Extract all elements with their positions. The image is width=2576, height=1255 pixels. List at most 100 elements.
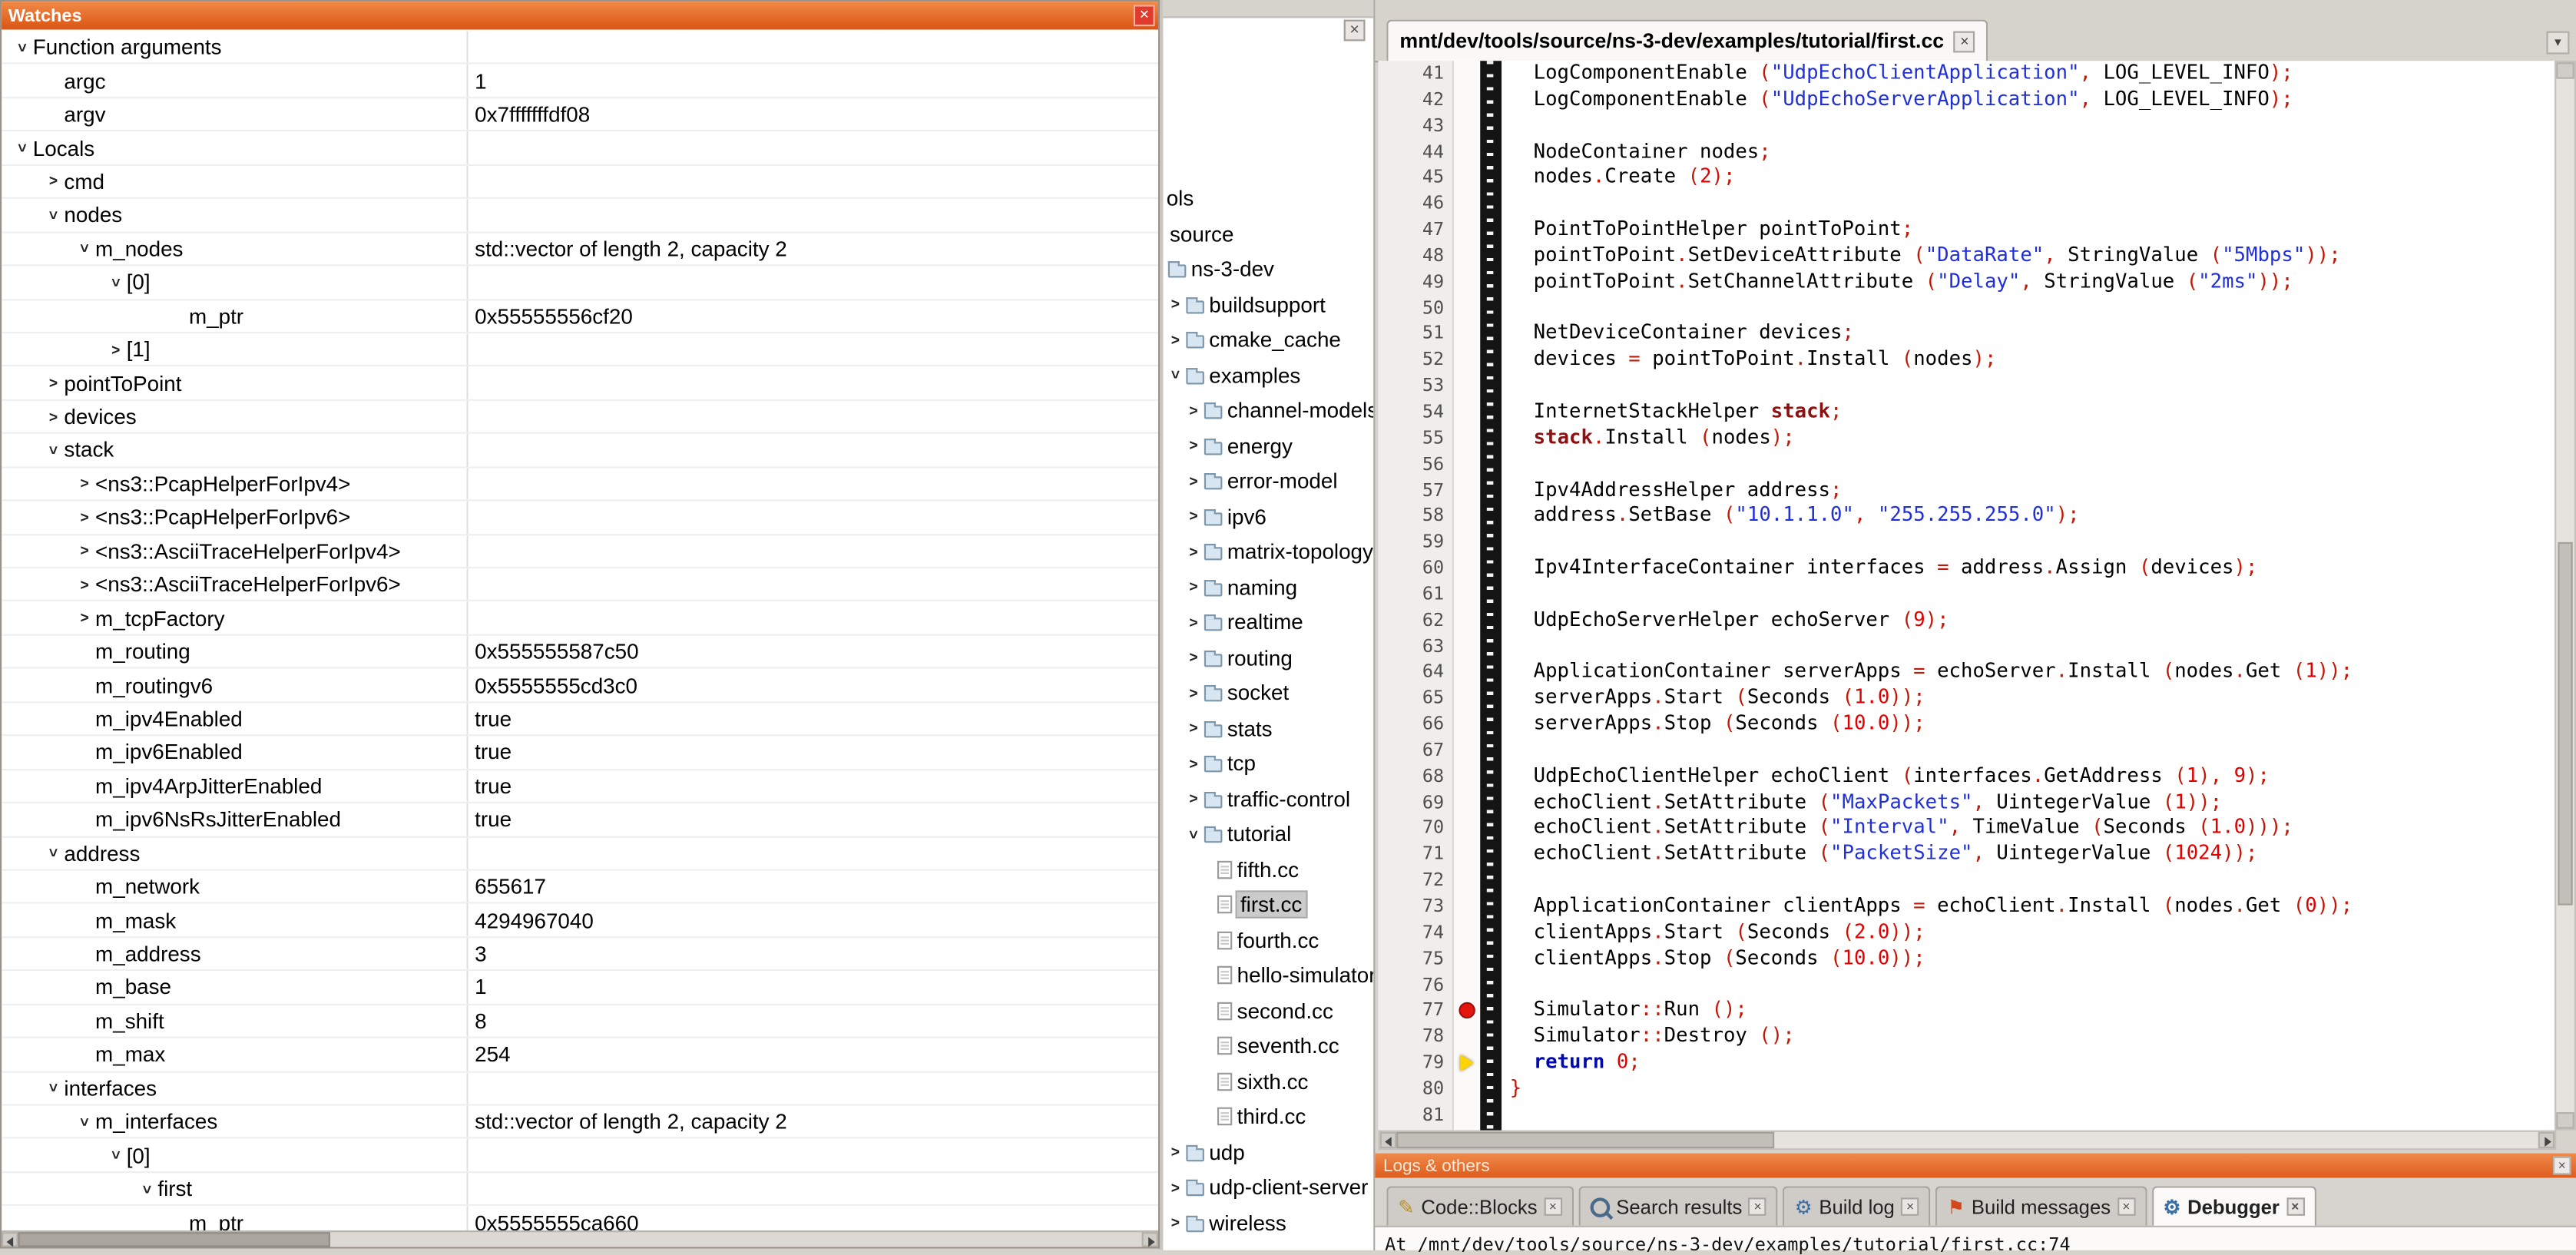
code-line[interactable] <box>1510 113 2557 139</box>
watch-row[interactable]: >m_ptr0x55555556cf20 <box>2 300 1158 333</box>
marker-cell[interactable] <box>1454 373 1480 399</box>
tree-toggle-icon[interactable]: > <box>14 37 30 58</box>
tab-close-icon[interactable]: × <box>1901 1197 1919 1216</box>
watch-row[interactable]: >m_interfacesstd::vector of length 2, ca… <box>2 1106 1158 1140</box>
tree-item[interactable]: fourth.cc <box>1163 922 1373 958</box>
line-number[interactable]: 62 <box>1379 608 1452 634</box>
line-number[interactable]: 49 <box>1379 269 1452 295</box>
tab-close-icon[interactable]: × <box>2117 1197 2136 1216</box>
line-number[interactable]: 72 <box>1379 868 1452 894</box>
tree-toggle-icon[interactable]: > <box>1183 790 1204 806</box>
tree-item[interactable]: seventh.cc <box>1163 1028 1373 1064</box>
marker-cell[interactable] <box>1454 1076 1480 1102</box>
tree-toggle-icon[interactable]: > <box>1165 1144 1187 1160</box>
marker-cell[interactable] <box>1454 347 1480 373</box>
tree-toggle-icon[interactable]: > <box>43 174 65 190</box>
tree-toggle-icon[interactable]: > <box>108 1144 124 1166</box>
tree-item[interactable]: >udp-client-server <box>1163 1170 1373 1205</box>
watch-row[interactable]: >argc1 <box>2 65 1158 98</box>
code-line[interactable]: ApplicationContainer clientApps = echoCl… <box>1510 894 2557 920</box>
editor-vscrollbar[interactable] <box>2554 61 2576 1130</box>
line-number[interactable]: 52 <box>1379 347 1452 373</box>
watches-close-button[interactable]: × <box>1134 5 1155 26</box>
marker-cell[interactable] <box>1454 737 1480 763</box>
line-number[interactable]: 80 <box>1379 1076 1452 1102</box>
line-number[interactable]: 53 <box>1379 373 1452 399</box>
log-tab[interactable]: Search results× <box>1578 1186 1778 1225</box>
scroll-right-icon[interactable] <box>1142 1232 1158 1247</box>
marker-cell[interactable] <box>1454 87 1480 113</box>
tree-toggle-icon[interactable]: > <box>1183 755 1204 771</box>
tree-toggle-icon[interactable]: > <box>1183 720 1204 736</box>
marker-cell[interactable] <box>1454 503 1480 529</box>
marker-cell[interactable] <box>1454 1024 1480 1050</box>
watch-row[interactable]: >m_max254 <box>2 1038 1158 1072</box>
log-tab[interactable]: ⚙Build log× <box>1783 1186 1931 1225</box>
code-line[interactable]: stack.Install (nodes); <box>1510 426 2557 452</box>
tree-toggle-icon[interactable]: > <box>1183 649 1204 665</box>
tree-item[interactable]: >buildsupport <box>1163 286 1373 322</box>
code-line[interactable] <box>1510 373 2557 399</box>
code-line[interactable] <box>1510 191 2557 217</box>
code-area[interactable]: LogComponentEnable ("UdpEchoClientApplic… <box>1502 61 2556 1130</box>
scrollbar-thumb[interactable] <box>2558 542 2572 905</box>
marker-cell[interactable] <box>1454 529 1480 555</box>
watch-row[interactable]: >[1] <box>2 333 1158 367</box>
code-line[interactable]: Simulator::Run (); <box>1510 998 2557 1024</box>
tree-item[interactable]: >channel-models <box>1163 392 1373 428</box>
code-line[interactable] <box>1510 295 2557 321</box>
line-number[interactable]: 77 <box>1379 998 1452 1024</box>
tree-toggle-icon[interactable]: > <box>45 843 61 864</box>
editor-tab[interactable]: mnt/dev/tools/source/ns-3-dev/examples/t… <box>1386 20 1988 63</box>
line-number[interactable]: 67 <box>1379 737 1452 763</box>
tree-toggle-icon[interactable]: > <box>1183 614 1204 630</box>
line-number[interactable]: 71 <box>1379 842 1452 868</box>
code-line[interactable] <box>1510 451 2557 477</box>
watch-row[interactable]: ><ns3::AsciiTraceHelperForIpv4> <box>2 535 1158 568</box>
code-line[interactable]: Simulator::Destroy (); <box>1510 1024 2557 1050</box>
watch-row[interactable]: >m_address3 <box>2 938 1158 972</box>
tree-item[interactable]: >cmake_cache <box>1163 322 1373 357</box>
code-line[interactable] <box>1510 581 2557 608</box>
scroll-down-icon[interactable] <box>2556 1112 2574 1128</box>
marker-cell[interactable] <box>1454 790 1480 816</box>
tree-toggle-icon[interactable]: > <box>1165 1179 1187 1195</box>
tree-item[interactable]: >socket <box>1163 675 1373 710</box>
line-number[interactable]: 57 <box>1379 477 1452 503</box>
watch-row[interactable]: >pointToPoint <box>2 367 1158 401</box>
tree-toggle-icon[interactable]: > <box>139 1178 155 1200</box>
tree-toggle-icon[interactable]: > <box>1183 438 1204 454</box>
tree-toggle-icon[interactable]: > <box>74 509 95 525</box>
tree-item[interactable]: >stats <box>1163 710 1373 746</box>
tab-close-icon[interactable]: × <box>1954 31 1975 52</box>
line-number[interactable]: 43 <box>1379 113 1452 139</box>
code-line[interactable]: pointToPoint.SetDeviceAttribute ("DataRa… <box>1510 243 2557 269</box>
code-line[interactable]: serverApps.Stop (Seconds (10.0)); <box>1510 711 2557 737</box>
scrollbar-thumb[interactable] <box>1396 1132 1774 1148</box>
marker-cell[interactable] <box>1454 711 1480 737</box>
line-number[interactable]: 64 <box>1379 660 1452 686</box>
tree-item[interactable]: third.cc <box>1163 1099 1373 1134</box>
tree-toggle-icon[interactable]: > <box>1183 543 1204 559</box>
marker-cell[interactable] <box>1454 1102 1480 1128</box>
watch-row[interactable]: >m_network655617 <box>2 871 1158 905</box>
line-number[interactable]: 69 <box>1379 790 1452 816</box>
watch-row[interactable]: >[0] <box>2 1139 1158 1173</box>
tree-toggle-icon[interactable]: > <box>45 1078 61 1099</box>
tree-toggle-icon[interactable]: > <box>14 137 30 159</box>
line-number[interactable]: 42 <box>1379 87 1452 113</box>
tree-item[interactable]: >wireless <box>1163 1205 1373 1240</box>
watch-row[interactable]: >argv0x7fffffffdf08 <box>2 98 1158 132</box>
code-line[interactable]: clientApps.Start (Seconds (2.0)); <box>1510 920 2557 946</box>
code-line[interactable]: NetDeviceContainer devices; <box>1510 321 2557 347</box>
marker-cell[interactable] <box>1454 868 1480 894</box>
tree-toggle-icon[interactable]: > <box>76 238 92 260</box>
tree-item[interactable]: >error-model <box>1163 463 1373 498</box>
projects-close-button[interactable]: × <box>1344 20 1366 41</box>
line-number[interactable]: 68 <box>1379 763 1452 790</box>
tree-item[interactable]: source <box>1163 216 1373 251</box>
code-line[interactable]: echoClient.SetAttribute ("MaxPackets", U… <box>1510 790 2557 816</box>
marker-cell[interactable] <box>1454 816 1480 842</box>
logs-caption[interactable]: Logs & others × <box>1375 1154 2576 1178</box>
line-number[interactable]: 46 <box>1379 191 1452 217</box>
